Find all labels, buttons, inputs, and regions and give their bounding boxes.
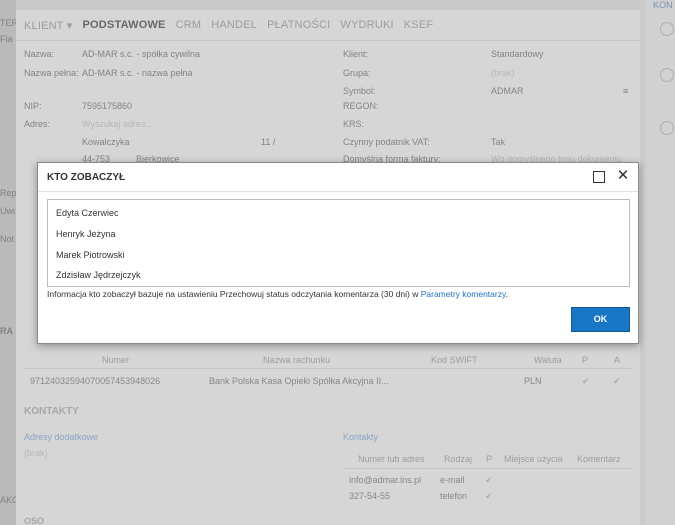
list-item[interactable]: Henryk Jeżyna [56, 229, 116, 239]
ok-button[interactable]: OK [571, 307, 630, 332]
info-text: Informacja kto zobaczył bazuje na ustawi… [47, 289, 508, 299]
info-end: . [505, 289, 508, 299]
list-item[interactable]: Marek Piotrowski [56, 250, 125, 260]
close-icon[interactable]: ✕ [614, 167, 632, 185]
list-item[interactable]: Zdzisław Jędrzejczyk [56, 270, 141, 280]
viewers-list: Edyta Czerwiec Henryk Jeżyna Marek Piotr… [47, 199, 630, 287]
maximize-icon[interactable] [593, 171, 605, 183]
comment-parameters-link[interactable]: Parametry komentarzy [421, 289, 506, 299]
list-item[interactable]: Edyta Czerwiec [56, 208, 119, 218]
dialog-title: KTO ZOBACZYŁ [47, 172, 126, 183]
info-message: Informacja kto zobaczył bazuje na ustawi… [47, 289, 421, 299]
who-viewed-dialog: KTO ZOBACZYŁ ✕ Edyta Czerwiec Henryk Jeż… [37, 162, 639, 344]
divider [38, 191, 638, 192]
